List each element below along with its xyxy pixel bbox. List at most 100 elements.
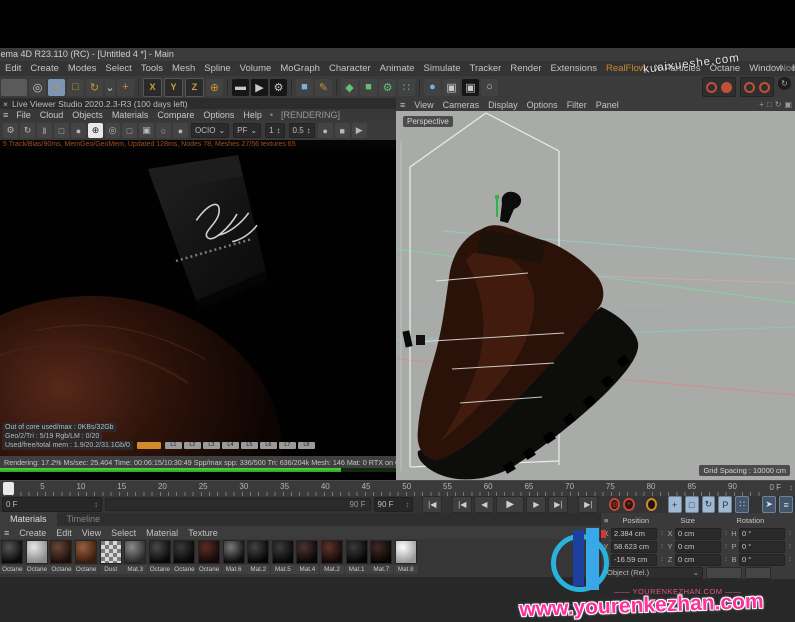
menubar-right-label[interactable]: Node	[779, 61, 795, 76]
octane-region-icon[interactable]	[759, 82, 770, 93]
stepper-icon[interactable]: ↕	[787, 530, 793, 537]
lock-resolution-icon[interactable]: ⊕	[88, 123, 103, 138]
size-input[interactable]: 0 cm	[675, 541, 721, 553]
material-thumb[interactable]	[272, 540, 294, 564]
x-axis-button[interactable]: X	[143, 78, 162, 97]
octane-render-buttons[interactable]	[702, 77, 736, 97]
key-rotation-toggle[interactable]: ↻	[702, 496, 716, 513]
transport-button[interactable]: |◀	[452, 496, 472, 513]
stepper-icon[interactable]: ↕	[659, 543, 665, 550]
menu-item[interactable]: Tools	[141, 63, 163, 74]
material-thumb[interactable]	[26, 540, 48, 564]
dynamics-icon[interactable]: ∷	[398, 79, 415, 96]
add-cube-icon[interactable]: ■	[296, 79, 313, 96]
playback-cursor-icon[interactable]: ➤	[762, 496, 776, 513]
stepper-icon[interactable]: ↕	[787, 556, 793, 563]
timeline-range-slider[interactable]: 90 F	[105, 498, 370, 511]
menu-item[interactable]: Compare	[157, 110, 194, 120]
menu-item[interactable]: Edit	[56, 528, 72, 538]
menu-item[interactable]: Objects	[72, 110, 103, 120]
material-thumb[interactable]	[296, 540, 318, 564]
material-thumb[interactable]	[149, 540, 171, 564]
viewport-zoom-icon[interactable]: □	[767, 100, 772, 109]
autokey-icon[interactable]: +	[623, 498, 634, 511]
subdivision-surface-icon[interactable]: ◆	[341, 79, 358, 96]
transport-button[interactable]: ▶	[526, 496, 546, 513]
rotate-tool-icon[interactable]: ↻	[86, 79, 103, 96]
material-thumb[interactable]	[173, 540, 195, 564]
menu-item[interactable]: View	[414, 100, 433, 110]
render-canvas[interactable]: Out of core used/max : 0KBs/32Gb Geo/2/T…	[0, 149, 396, 456]
stepper-icon[interactable]: ↕	[723, 556, 729, 563]
close-icon[interactable]: ×	[3, 99, 8, 109]
burger-icon[interactable]: ≡	[3, 110, 8, 120]
octane-camera-buttons[interactable]	[740, 77, 774, 97]
menu-item[interactable]: Options	[527, 100, 558, 110]
record-position-icon[interactable]: ⚙	[609, 498, 620, 511]
viewport-canvas[interactable]: Perspective Grid Spacing : 10000 cm	[396, 111, 795, 480]
menu-item[interactable]: RealFlow	[606, 63, 646, 74]
coord-system-icon[interactable]: ⊕	[206, 79, 223, 96]
menu-item[interactable]: Window	[749, 63, 783, 74]
menu-item[interactable]: Panel	[596, 100, 619, 110]
render-pass-chip[interactable]: L7	[279, 442, 296, 449]
material-thumb[interactable]	[346, 540, 368, 564]
burger-icon[interactable]: ≡	[4, 528, 9, 538]
menu-item[interactable]: File	[16, 110, 31, 120]
render-view-icon[interactable]: ▬	[232, 79, 249, 96]
subsample-field[interactable]: 1↕	[265, 123, 284, 138]
lv-clay-icon[interactable]: ●	[318, 123, 333, 138]
transport-button[interactable]: |◀	[422, 496, 442, 513]
material-thumb[interactable]	[247, 540, 269, 564]
lv-record-icon[interactable]: ●	[71, 123, 86, 138]
menu-item[interactable]: Modes	[68, 63, 97, 74]
octane-target-icon[interactable]	[744, 82, 755, 93]
lv-pick-material-icon[interactable]: ▣	[139, 123, 154, 138]
array-generator-icon[interactable]: ■	[360, 79, 377, 96]
current-frame-field[interactable]: 0 F↕	[2, 497, 102, 512]
pf-dropdown[interactable]: PF⌄	[233, 123, 261, 138]
stepper-icon[interactable]: ↕	[789, 483, 793, 492]
undo-redo-group[interactable]	[1, 79, 27, 96]
octane-live-icon[interactable]	[721, 82, 732, 93]
menu-item[interactable]: Create	[19, 528, 46, 538]
stepper-icon[interactable]: ↕	[659, 530, 665, 537]
y-axis-button[interactable]: Y	[164, 78, 183, 97]
menu-item[interactable]: Select	[105, 63, 131, 74]
material-item[interactable]: Octane	[49, 539, 74, 577]
size-input[interactable]: 0 cm	[675, 554, 721, 566]
material-item[interactable]: Octane	[0, 539, 25, 577]
burger-icon[interactable]: ≡	[604, 516, 608, 525]
render-pass-chip[interactable]: L2	[184, 442, 201, 449]
live-viewer-titlebar[interactable]: × Live Viewer Studio 2020.2.3-R3 (100 da…	[0, 98, 396, 109]
floor-object-icon[interactable]: ▣	[443, 79, 460, 96]
material-item[interactable]: Mat.3	[123, 539, 148, 577]
menu-item[interactable]: Simulate	[424, 63, 461, 74]
menu-item[interactable]: Tracker	[470, 63, 502, 74]
key-parameter-toggle[interactable]: P	[718, 496, 732, 513]
material-item[interactable]: Octane	[148, 539, 173, 577]
lv-pick-light-icon[interactable]: ○	[156, 123, 171, 138]
material-item[interactable]: Mat.1	[344, 539, 369, 577]
material-item[interactable]: Mat.8	[394, 539, 419, 577]
material-item[interactable]: Mat.5	[271, 539, 296, 577]
material-item[interactable]: Mat.7	[369, 539, 394, 577]
burger-icon[interactable]: ≡	[400, 100, 405, 110]
material-thumb[interactable]	[100, 540, 122, 564]
lv-export-icon[interactable]: ▶	[352, 123, 367, 138]
render-settings-icon[interactable]: ⚙	[270, 79, 287, 96]
stepper-icon[interactable]: ↕	[787, 543, 793, 550]
material-thumb[interactable]	[198, 540, 220, 564]
lv-region-icon[interactable]: ◎	[105, 123, 120, 138]
menu-item[interactable]: Filter	[567, 100, 587, 110]
material-item[interactable]: Mat.4	[295, 539, 320, 577]
lv-isolate-icon[interactable]: ●	[173, 123, 188, 138]
key-position-toggle[interactable]: +	[668, 496, 682, 513]
viewport-pan-icon[interactable]: +	[759, 100, 764, 109]
menu-item[interactable]: MoGraph	[280, 63, 320, 74]
rotation-input[interactable]: 0 °	[739, 528, 785, 540]
timeline-ruler[interactable]: 051015202530354045505560657075808590 0 F…	[0, 480, 795, 496]
viewport-label[interactable]: Perspective	[403, 116, 453, 127]
render-pass-chip[interactable]: L5	[241, 442, 258, 449]
viewport-rotate-icon[interactable]: ↻	[775, 100, 782, 109]
